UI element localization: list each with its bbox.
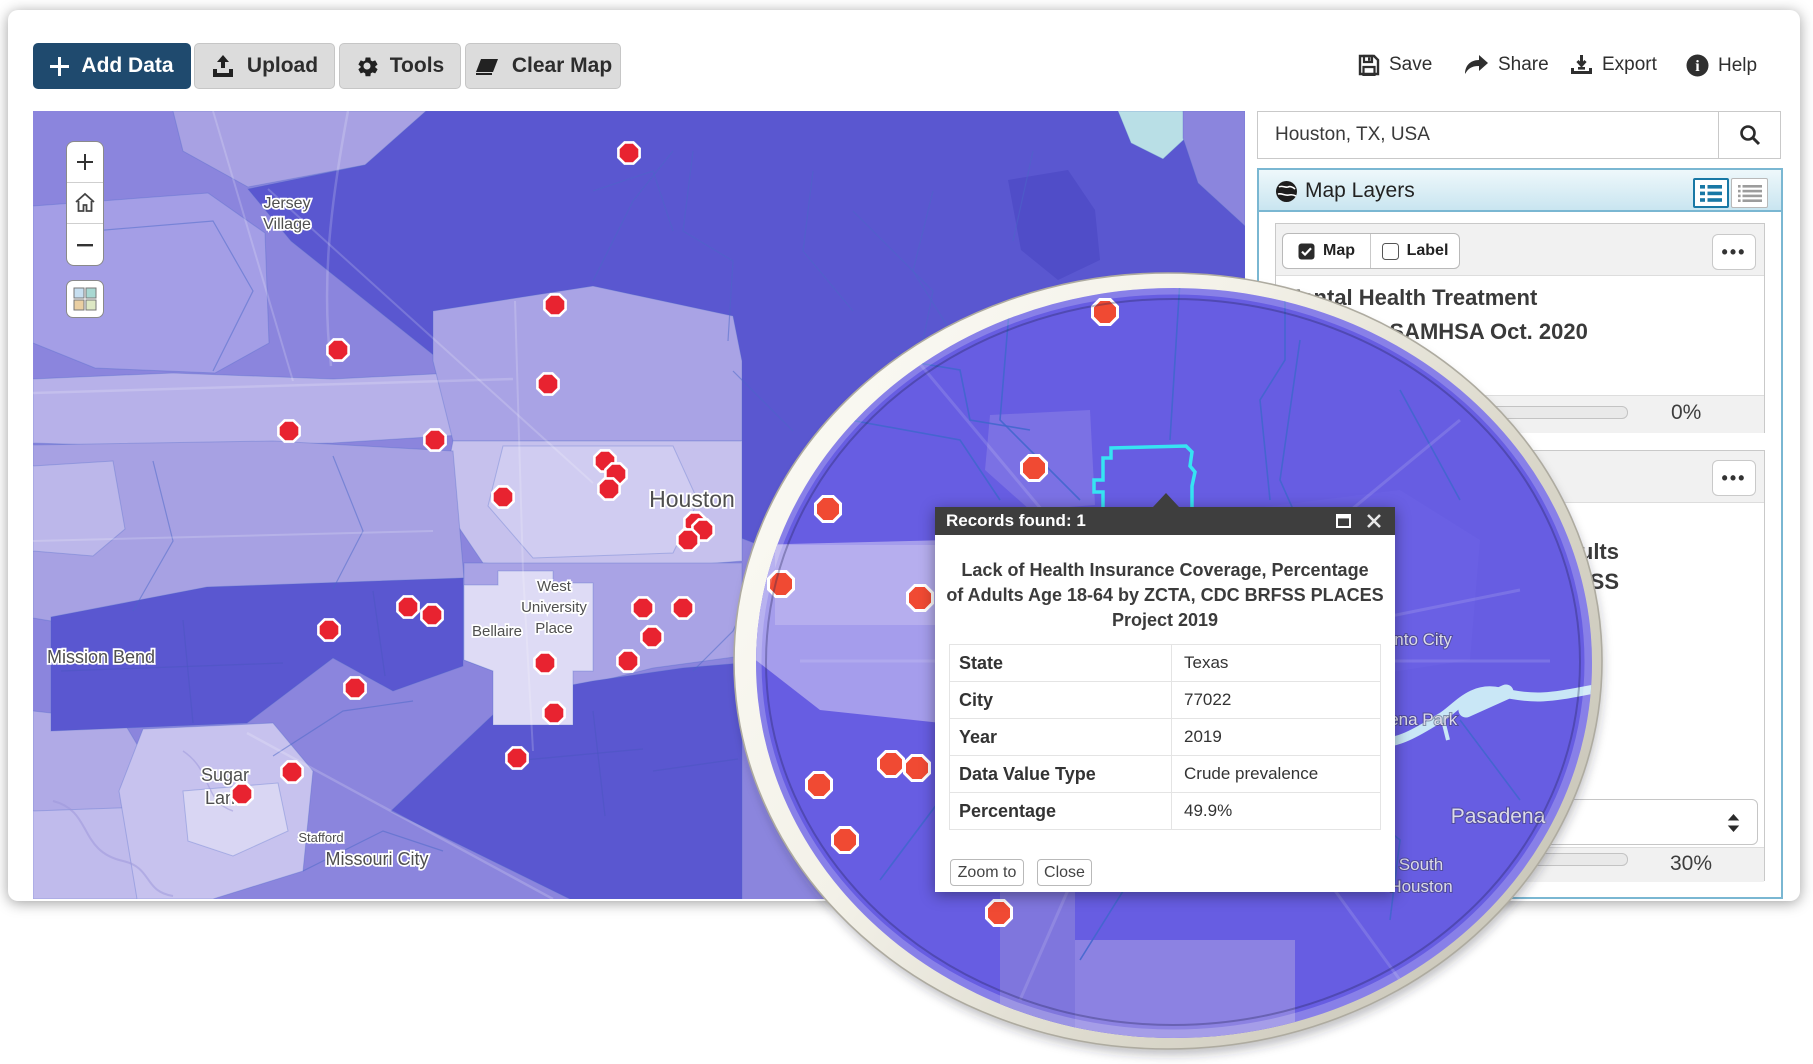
svg-text:Houston: Houston (1389, 877, 1452, 896)
svg-text:Stafford: Stafford (298, 830, 343, 845)
svg-text:Missouri City: Missouri City (325, 849, 428, 869)
svg-text:Pasadena: Pasadena (1451, 805, 1546, 828)
svg-text:University: University (521, 599, 587, 616)
svg-text:Sugar: Sugar (201, 765, 249, 785)
svg-text:Jersey: Jersey (263, 195, 310, 212)
svg-text:Place: Place (535, 620, 573, 637)
svg-text:West: West (537, 578, 572, 595)
svg-text:Village: Village (263, 216, 311, 233)
svg-text:i: i (1695, 58, 1700, 75)
svg-text:Mission Bend: Mission Bend (47, 647, 155, 667)
svg-text:South: South (1399, 855, 1443, 874)
svg-text:Bellaire: Bellaire (472, 623, 522, 640)
